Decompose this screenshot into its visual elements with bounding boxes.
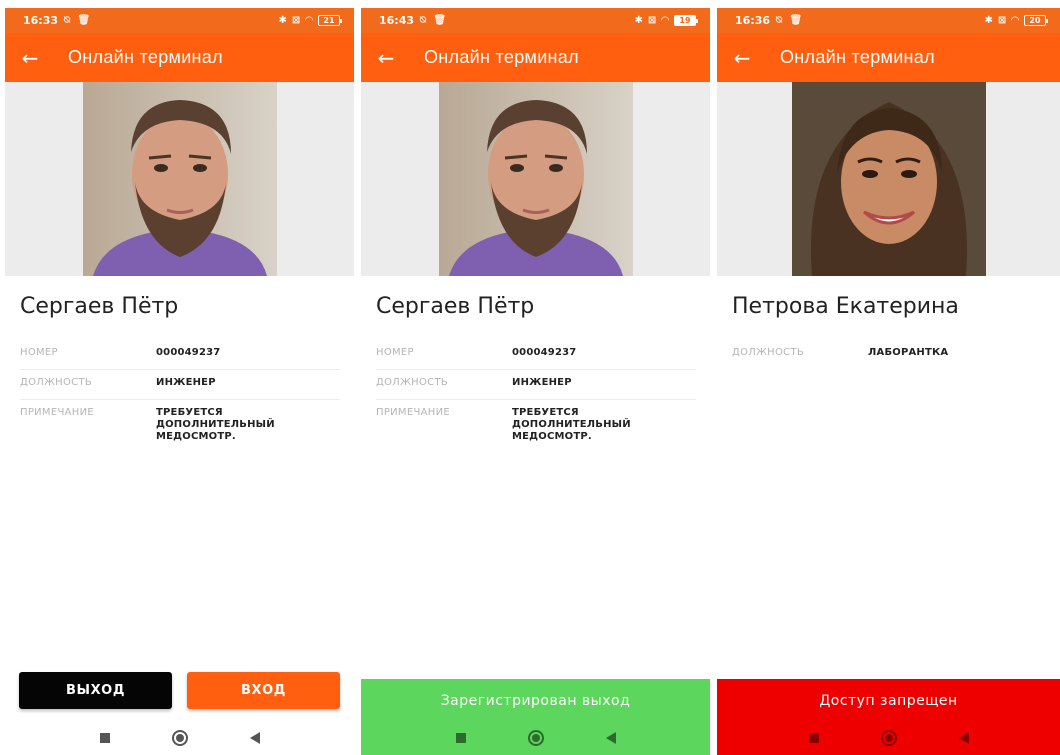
info-row: ПРИМЕЧАНИЕ ТРЕБУЕТСЯ ДОПОЛНИТЕЛЬНЫЙ МЕДО… <box>20 400 340 453</box>
app-bar: ← Онлайн терминал <box>361 33 710 82</box>
battery-icon: 20 <box>1024 15 1048 26</box>
enter-button[interactable]: ВХОД <box>187 672 340 709</box>
status-time: 16:36 <box>735 14 771 27</box>
status-bar: 16:43 ⍉ 🗑 ✱ ⊠ ◠ 19 <box>361 8 710 33</box>
recents-icon[interactable] <box>455 733 466 743</box>
field-value: 000049237 <box>512 347 577 358</box>
wifi-icon: ◠ <box>1011 15 1019 26</box>
app-title: Онлайн терминал <box>780 47 935 67</box>
field-value: 000049237 <box>156 347 221 358</box>
status-time: 16:43 <box>379 14 415 27</box>
action-buttons: ВЫХОД ВХОД <box>19 672 340 709</box>
banner-text: Доступ запрещен <box>819 693 958 709</box>
field-value: ИНЖЕНЕР <box>156 377 216 388</box>
app-bar: ← Онлайн терминал <box>5 33 354 82</box>
phone-screen-3: 16:36 ⍉ 🗑 ✱ ⊠ ◠ 20 ← Онлайн терминал Пет… <box>717 8 1060 755</box>
person-photo <box>82 82 277 276</box>
field-value: ТРЕБУЕТСЯ ДОПОЛНИТЕЛЬНЫЙ МЕДОСМОТР. <box>512 407 631 442</box>
wifi-icon: ◠ <box>661 15 669 26</box>
field-label: ПРИМЕЧАНИЕ <box>376 407 450 418</box>
info-row: НОМЕР 000049237 <box>376 340 696 370</box>
bluetooth-icon: ✱ <box>984 15 993 26</box>
banner-text: Зарегистрирован выход <box>440 693 631 709</box>
info-list: ДОЛЖНОСТЬ ЛАБОРАНТКА <box>732 340 1046 369</box>
field-label: ДОЛЖНОСТЬ <box>20 377 93 388</box>
nav-bar <box>361 721 710 755</box>
field-label: ДОЛЖНОСТЬ <box>376 377 449 388</box>
wifi-icon: ◠ <box>305 15 313 26</box>
app-title: Онлайн терминал <box>68 47 223 67</box>
status-bar: 16:33 ⍉ 🗑 ✱ ⊠ ◠ 21 <box>5 8 354 33</box>
home-icon[interactable] <box>527 730 544 746</box>
sim-icon: ⊠ <box>997 15 1007 26</box>
field-value: ЛАБОРАНТКА <box>868 347 949 358</box>
field-value: ТРЕБУЕТСЯ ДОПОЛНИТЕЛЬНЫЙ МЕДОСМОТР. <box>156 407 275 442</box>
phone-screen-2: 16:43 ⍉ 🗑 ✱ ⊠ ◠ 19 ← Онлайн терминал Сер… <box>361 8 710 755</box>
notification-icons: ⍉ 🗑 <box>776 15 805 26</box>
app-title: Онлайн терминал <box>424 47 579 67</box>
status-icons: ✱ ⊠ ◠ 19 <box>634 15 698 26</box>
info-row: ДОЛЖНОСТЬ ИНЖЕНЕР <box>376 370 696 400</box>
info-row: ДОЛЖНОСТЬ ЛАБОРАНТКА <box>732 340 1046 369</box>
status-icons: ✱ ⊠ ◠ 21 <box>278 15 342 26</box>
person-photo <box>791 82 986 276</box>
nav-back-icon[interactable] <box>249 732 260 744</box>
info-row: ДОЛЖНОСТЬ ИНЖЕНЕР <box>20 370 340 400</box>
status-time: 16:33 <box>23 14 59 27</box>
back-arrow-icon[interactable]: ← <box>5 46 55 70</box>
recents-icon[interactable] <box>99 733 110 743</box>
field-label: НОМЕР <box>376 347 414 358</box>
home-icon[interactable] <box>171 730 188 746</box>
app-bar: ← Онлайн терминал <box>717 33 1060 82</box>
field-label: ДОЛЖНОСТЬ <box>732 347 805 358</box>
home-icon[interactable] <box>880 730 897 746</box>
field-value: ИНЖЕНЕР <box>512 377 572 388</box>
nav-back-icon[interactable] <box>605 732 616 744</box>
info-list: НОМЕР 000049237 ДОЛЖНОСТЬ ИНЖЕНЕР ПРИМЕЧ… <box>20 340 340 453</box>
notification-icons: ⍉ 🗑 <box>64 15 93 26</box>
result-banner-exit-registered: Зарегистрирован выход <box>361 679 710 755</box>
sim-icon: ⊠ <box>647 15 657 26</box>
bluetooth-icon: ✱ <box>278 15 287 26</box>
person-name: Петрова Екатерина <box>732 294 959 319</box>
status-icons: ✱ ⊠ ◠ 20 <box>984 15 1048 26</box>
photo-area <box>717 82 1060 276</box>
back-arrow-icon[interactable]: ← <box>361 46 411 70</box>
person-name: Сергаев Пётр <box>376 294 535 319</box>
bluetooth-icon: ✱ <box>634 15 643 26</box>
result-banner-access-denied: Доступ запрещен <box>717 679 1060 755</box>
field-label: ПРИМЕЧАНИЕ <box>20 407 94 418</box>
back-arrow-icon[interactable]: ← <box>717 46 767 70</box>
nav-bar <box>5 721 354 755</box>
nav-back-icon[interactable] <box>958 732 969 744</box>
photo-area <box>5 82 354 276</box>
info-row: ПРИМЕЧАНИЕ ТРЕБУЕТСЯ ДОПОЛНИТЕЛЬНЫЙ МЕДО… <box>376 400 696 453</box>
nav-bar <box>717 721 1060 755</box>
exit-button[interactable]: ВЫХОД <box>19 672 172 709</box>
recents-icon[interactable] <box>808 733 819 743</box>
person-name: Сергаев Пётр <box>20 294 179 319</box>
notification-icons: ⍉ 🗑 <box>420 15 449 26</box>
info-row: НОМЕР 000049237 <box>20 340 340 370</box>
status-bar: 16:36 ⍉ 🗑 ✱ ⊠ ◠ 20 <box>717 8 1060 33</box>
sim-icon: ⊠ <box>291 15 301 26</box>
battery-icon: 19 <box>674 15 698 26</box>
info-list: НОМЕР 000049237 ДОЛЖНОСТЬ ИНЖЕНЕР ПРИМЕЧ… <box>376 340 696 453</box>
field-label: НОМЕР <box>20 347 58 358</box>
battery-icon: 21 <box>318 15 342 26</box>
person-photo <box>438 82 633 276</box>
phone-screen-1: 16:33 ⍉ 🗑 ✱ ⊠ ◠ 21 ← Онлайн терминал Сер… <box>5 8 354 755</box>
photo-area <box>361 82 710 276</box>
